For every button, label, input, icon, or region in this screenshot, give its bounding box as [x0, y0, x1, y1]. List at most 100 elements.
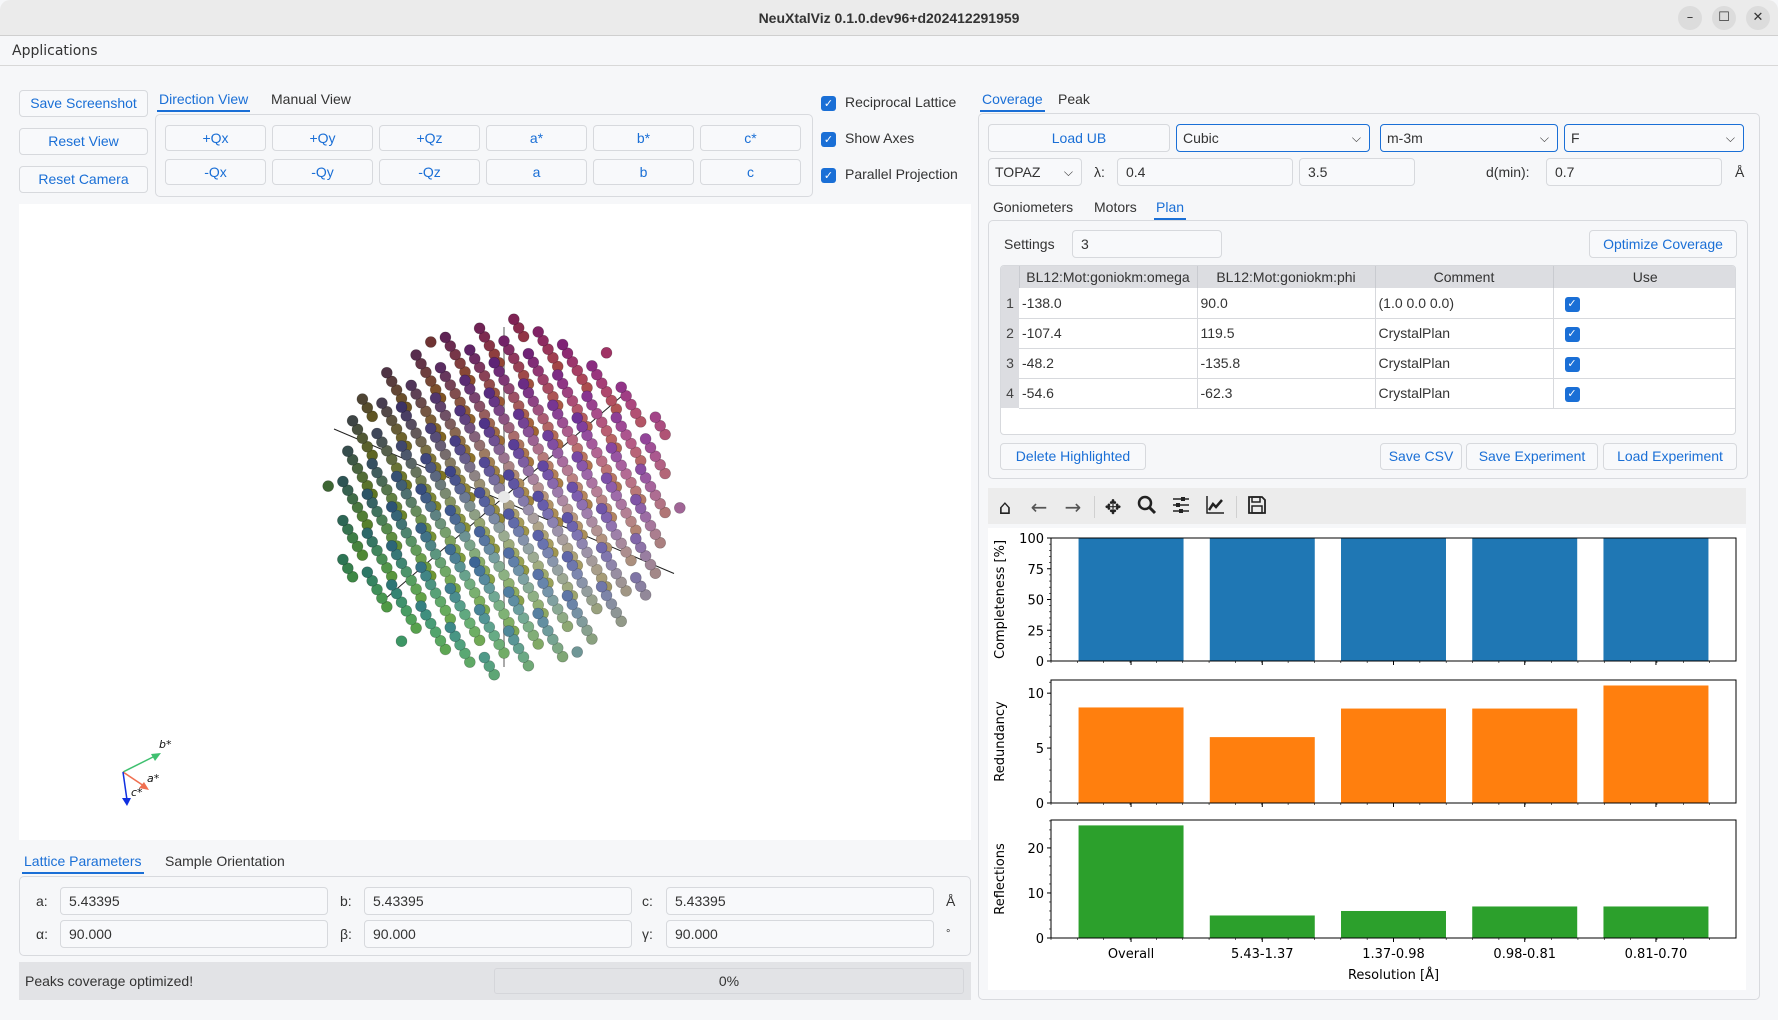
tab-direction-view[interactable]: Direction View: [157, 88, 251, 112]
omega-cell[interactable]: -107.4: [1019, 318, 1198, 349]
instrument-select[interactable]: TOPAZ ⌵: [988, 158, 1082, 186]
view-direction-button-c[interactable]: c: [700, 159, 801, 185]
row-header[interactable]: 3: [1001, 348, 1019, 378]
pan-icon[interactable]: ✥: [1100, 494, 1126, 520]
alpha-field[interactable]: 90.000: [60, 920, 328, 948]
use-cell[interactable]: ✓: [1553, 348, 1735, 379]
use-checkbox-checked-icon[interactable]: ✓: [1564, 296, 1580, 312]
back-arrow-icon[interactable]: ←: [1026, 494, 1052, 520]
save-screenshot-button[interactable]: Save Screenshot: [19, 90, 148, 117]
tab-sample-orientation[interactable]: Sample Orientation: [165, 850, 285, 874]
row-header[interactable]: 4: [1001, 378, 1019, 408]
tab-plan[interactable]: Plan: [1154, 196, 1187, 220]
use-checkbox-checked-icon[interactable]: ✓: [1564, 357, 1580, 372]
reciprocal-lattice-point: [502, 508, 515, 520]
reciprocal-lattice-point: [420, 453, 432, 465]
lattice-centering-select[interactable]: F ⌵: [1564, 124, 1744, 152]
settings-field[interactable]: 3: [1072, 230, 1222, 258]
c-field[interactable]: 5.43395: [666, 887, 934, 915]
lambda-min-field[interactable]: 0.4: [1117, 158, 1293, 186]
lambda-max-field[interactable]: 3.5: [1299, 158, 1415, 186]
point-group-select[interactable]: m-3m ⌵: [1380, 124, 1558, 152]
reciprocal-lattice-point: [444, 504, 457, 517]
crystal-system-select[interactable]: Cubic ⌵: [1176, 124, 1370, 152]
row-header[interactable]: 1: [1001, 288, 1019, 318]
tab-manual-view[interactable]: Manual View: [271, 88, 351, 112]
beta-field[interactable]: 90.000: [364, 920, 632, 948]
phi-cell[interactable]: -62.3: [1197, 378, 1376, 409]
column-header-phi[interactable]: BL12:Mot:goniokm:phi: [1197, 266, 1376, 288]
omega-cell[interactable]: -54.6: [1019, 378, 1198, 409]
edit-axis-icon[interactable]: [1202, 494, 1228, 520]
tab-lattice-parameters[interactable]: Lattice Parameters: [22, 850, 144, 874]
3d-viewport[interactable]: b* a* c*: [19, 204, 971, 840]
phi-cell[interactable]: 119.5: [1197, 318, 1376, 349]
comment-cell[interactable]: CrystalPlan: [1375, 318, 1554, 349]
a-field[interactable]: 5.43395: [60, 887, 328, 915]
view-direction-button-minus-qy[interactable]: -Qy: [272, 159, 373, 185]
table-row[interactable]: 1 -138.0 90.0 (1.0 0.0 0.0) ✓: [1001, 288, 1735, 319]
table-row[interactable]: 3 -48.2 -135.8 CrystalPlan ✓: [1001, 348, 1735, 379]
use-cell[interactable]: ✓: [1553, 318, 1735, 349]
reciprocal-lattice-point: [468, 556, 481, 569]
tab-goniometers[interactable]: Goniometers: [993, 196, 1073, 220]
save-figure-icon[interactable]: [1244, 494, 1270, 520]
use-checkbox-checked-icon[interactable]: ✓: [1564, 327, 1580, 342]
home-icon[interactable]: ⌂: [992, 494, 1018, 520]
reset-view-button[interactable]: Reset View: [19, 128, 148, 155]
maximize-button[interactable]: ☐: [1712, 6, 1736, 30]
view-direction-button-plusminus-qx[interactable]: +Qx: [165, 125, 266, 151]
y-axis-label-2: Reflections: [993, 843, 1008, 915]
use-cell[interactable]: ✓: [1553, 378, 1735, 409]
delete-highlighted-button[interactable]: Delete Highlighted: [1000, 443, 1146, 470]
reciprocal-lattice-point: [673, 502, 686, 514]
view-direction-button-plusminus-qy[interactable]: +Qy: [272, 125, 373, 151]
tab-coverage[interactable]: Coverage: [980, 88, 1045, 112]
reset-camera-button[interactable]: Reset Camera: [19, 166, 148, 193]
view-direction-button-aminus-star[interactable]: a*: [486, 125, 587, 151]
forward-arrow-icon[interactable]: →: [1060, 494, 1086, 520]
column-header-comment[interactable]: Comment: [1375, 266, 1554, 288]
view-direction-button-bminus-star[interactable]: b*: [593, 125, 694, 151]
load-ub-button[interactable]: Load UB: [988, 124, 1170, 152]
menu-applications[interactable]: Applications: [12, 36, 98, 66]
table-row[interactable]: 4 -54.6 -62.3 CrystalPlan ✓: [1001, 378, 1735, 409]
view-direction-button-cminus-star[interactable]: c*: [700, 125, 801, 151]
tab-peak[interactable]: Peak: [1058, 88, 1090, 112]
save-csv-button[interactable]: Save CSV: [1380, 443, 1462, 470]
phi-cell[interactable]: 90.0: [1197, 288, 1376, 319]
close-button[interactable]: ✕: [1746, 6, 1770, 30]
view-direction-button-plusminus-qz[interactable]: +Qz: [379, 125, 480, 151]
use-cell[interactable]: ✓: [1553, 288, 1735, 319]
optimize-coverage-button[interactable]: Optimize Coverage: [1589, 230, 1737, 258]
bar-2-0: [1078, 825, 1184, 938]
view-direction-button-minus-qz[interactable]: -Qz: [379, 159, 480, 185]
row-header[interactable]: 2: [1001, 318, 1019, 348]
plan-table[interactable]: BL12:Mot:goniokm:omega BL12:Mot:goniokm:…: [1000, 265, 1736, 435]
comment-cell[interactable]: (1.0 0.0 0.0): [1375, 288, 1554, 319]
configure-subplots-icon[interactable]: [1168, 494, 1194, 520]
dmin-field[interactable]: 0.7: [1546, 158, 1722, 186]
column-header-use[interactable]: Use: [1553, 266, 1735, 288]
zoom-icon[interactable]: [1134, 494, 1160, 520]
view-direction-button-b[interactable]: b: [593, 159, 694, 185]
phi-cell[interactable]: -135.8: [1197, 348, 1376, 379]
tab-motors[interactable]: Motors: [1094, 196, 1137, 220]
minimize-button[interactable]: –: [1678, 6, 1702, 30]
reciprocal-lattice-point: [556, 338, 569, 351]
load-experiment-button[interactable]: Load Experiment: [1603, 443, 1737, 470]
coverage-statistics-plot[interactable]: 0 25 50 75 100 Completeness [%] 0 5 10 Redundancy…: [988, 528, 1746, 990]
omega-cell[interactable]: -48.2: [1019, 348, 1198, 379]
view-direction-button-a[interactable]: a: [486, 159, 587, 185]
coverage-plot-svg[interactable]: 0255075100Completeness [%]0510Redundancy…: [988, 528, 1746, 990]
comment-cell[interactable]: CrystalPlan: [1375, 378, 1554, 409]
b-field[interactable]: 5.43395: [364, 887, 632, 915]
save-experiment-button[interactable]: Save Experiment: [1466, 443, 1598, 470]
column-header-omega[interactable]: BL12:Mot:goniokm:omega: [1019, 266, 1198, 288]
table-row[interactable]: 2 -107.4 119.5 CrystalPlan ✓: [1001, 318, 1735, 349]
gamma-field[interactable]: 90.000: [666, 920, 934, 948]
comment-cell[interactable]: CrystalPlan: [1375, 348, 1554, 379]
use-checkbox-checked-icon[interactable]: ✓: [1564, 387, 1580, 402]
view-direction-button-minus-qx[interactable]: -Qx: [165, 159, 266, 185]
omega-cell[interactable]: -138.0: [1019, 288, 1198, 319]
